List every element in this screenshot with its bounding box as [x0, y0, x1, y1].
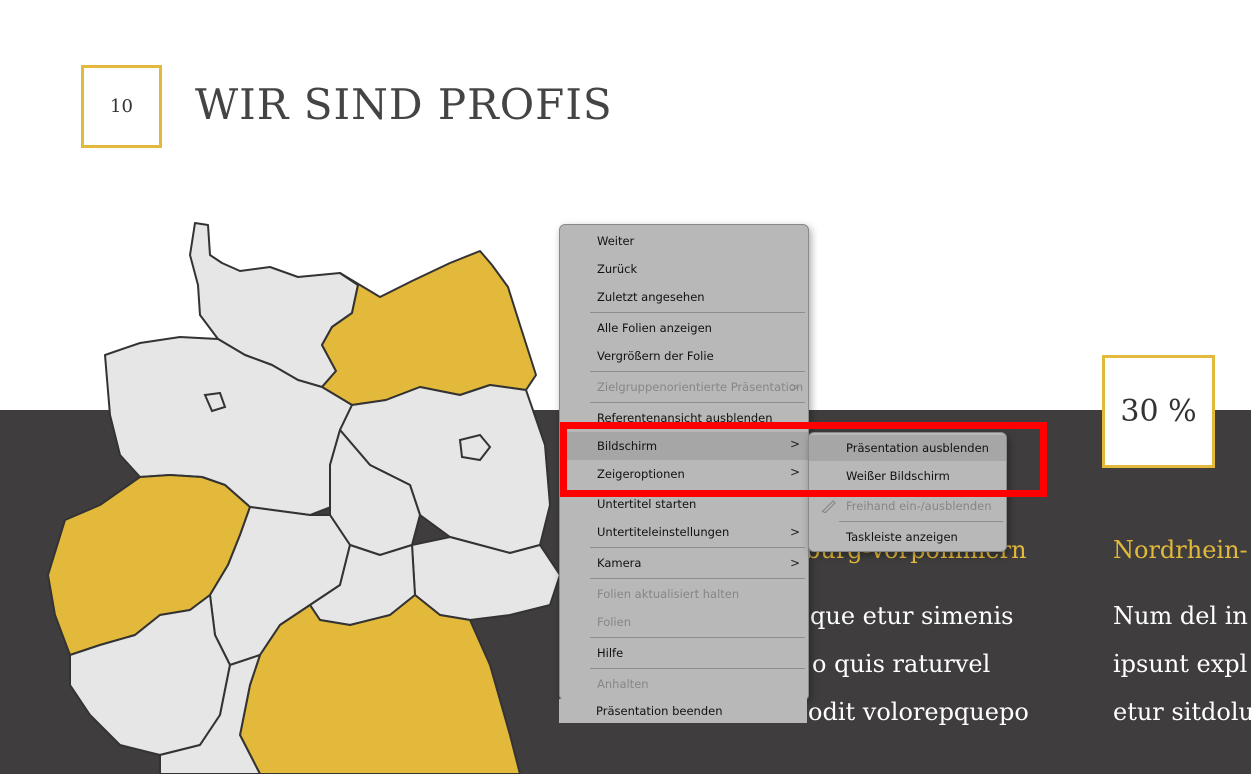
menu-separator: [590, 637, 805, 638]
percent-value: 30 %: [1120, 394, 1197, 429]
menu-item-folien-aktualisiert-halten[interactable]: Folien aktualisiert halten: [560, 582, 808, 606]
menu-separator: [590, 668, 805, 669]
context-menu: Weiter Zurück Zuletzt angesehen Alle Fol…: [559, 224, 809, 701]
chevron-right-icon: >: [789, 380, 800, 394]
menu-item-zielgruppenorientierte-praesentation[interactable]: Zielgruppenorientierte Präsentation >: [560, 375, 808, 399]
menu-item-referentenansicht-ausblenden[interactable]: Referentenansicht ausblenden: [560, 406, 808, 430]
menu-separator: [590, 402, 805, 403]
menu-item-zeigeroptionen[interactable]: Zeigeroptionen >: [560, 460, 808, 488]
body-text-right-2: ipsunt expl: [1113, 650, 1248, 678]
menu-item-hilfe[interactable]: Hilfe: [560, 641, 808, 665]
bildschirm-submenu: Präsentation ausblenden Weißer Bildschir…: [808, 432, 1007, 552]
slide-number-box: 10: [81, 65, 162, 148]
pen-icon: [821, 500, 836, 513]
menu-item-vergroessern[interactable]: Vergrößern der Folie: [560, 344, 808, 368]
menu-item-folien[interactable]: Folien: [560, 610, 808, 634]
menu-item-anhalten[interactable]: Anhalten: [560, 672, 808, 696]
body-text-left-1: que etur simenis: [810, 602, 1014, 630]
menu-separator: [590, 371, 805, 372]
body-text-left-2: o quis raturvel: [812, 650, 991, 678]
submenu-item-weisser-bildschirm[interactable]: Weißer Bildschirm: [809, 463, 1006, 489]
menu-separator: [590, 428, 805, 429]
germany-map: [47, 222, 560, 774]
menu-item-untertitel-starten[interactable]: Untertitel starten: [560, 492, 808, 516]
body-text-left-3: odit volorepquepo: [808, 698, 1029, 726]
menu-item-kamera[interactable]: Kamera >: [560, 551, 808, 575]
submenu-item-praesentation-ausblenden[interactable]: Präsentation ausblenden: [809, 435, 1006, 461]
slide-number: 10: [110, 96, 133, 117]
map-sachsen: [411, 536, 560, 621]
slide-title: WIR SIND PROFIS: [195, 80, 613, 129]
submenu-item-taskleiste-anzeigen[interactable]: Taskleiste anzeigen: [809, 524, 1006, 550]
menu-item-weiter[interactable]: Weiter: [560, 229, 808, 253]
menu-item-praesentation-beenden[interactable]: Präsentation beenden: [559, 699, 807, 723]
chevron-right-icon: >: [789, 465, 800, 479]
menu-separator: [590, 312, 805, 313]
body-text-right-3: etur sitdolu: [1113, 698, 1251, 726]
menu-item-bildschirm[interactable]: Bildschirm >: [560, 432, 808, 460]
menu-item-untertiteleinstellungen[interactable]: Untertiteleinstellungen >: [560, 520, 808, 544]
menu-separator: [590, 578, 805, 579]
menu-item-zurueck[interactable]: Zurück: [560, 257, 808, 281]
map-mecklenburg-vorpommern: [321, 250, 537, 406]
submenu-separator: [839, 521, 1003, 522]
chevron-right-icon: >: [789, 556, 800, 570]
body-text-right-1: Num del in: [1113, 602, 1248, 630]
submenu-item-freihand[interactable]: Freihand ein-/ausblenden: [809, 493, 1006, 519]
region-heading-right: Nordrhein-: [1113, 536, 1248, 564]
menu-separator: [590, 547, 805, 548]
percent-box: 30 %: [1102, 355, 1215, 468]
chevron-right-icon: >: [789, 525, 800, 539]
chevron-right-icon: >: [789, 437, 800, 451]
menu-item-alle-folien-anzeigen[interactable]: Alle Folien anzeigen: [560, 316, 808, 340]
menu-item-zuletzt-angesehen[interactable]: Zuletzt angesehen: [560, 285, 808, 309]
